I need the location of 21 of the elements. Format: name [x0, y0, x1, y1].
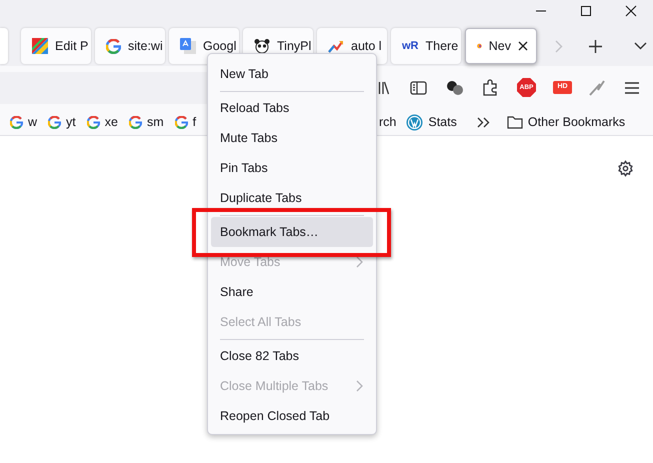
- bookmark[interactable]: rch: [379, 112, 396, 132]
- bookmark[interactable]: f: [174, 112, 196, 132]
- tab[interactable]: Edit P: [21, 28, 91, 64]
- menu-item[interactable]: Mute Tabs: [211, 123, 373, 153]
- logo: wR: [402, 40, 418, 52]
- menu-item[interactable]: Duplicate Tabs: [211, 183, 373, 213]
- tab[interactable]: Nev: [465, 28, 537, 64]
- menu-item[interactable]: Share: [211, 277, 373, 307]
- bookmark[interactable]: xe: [86, 112, 118, 132]
- menu-item[interactable]: Pin Tabs: [211, 153, 373, 183]
- bookmark[interactable]: Stats: [406, 112, 457, 132]
- bookmark[interactable]: w: [10, 112, 38, 132]
- bookmark[interactable]: yt: [48, 112, 76, 132]
- bookmark[interactable]: sm: [128, 112, 164, 132]
- menu-item[interactable]: Reload Tabs: [211, 93, 373, 123]
- menu-item[interactable]: Close 82 Tabs: [211, 341, 373, 371]
- menu-item[interactable]: Bookmark Tabs…: [211, 217, 373, 247]
- tab[interactable]: site:wi: [95, 28, 165, 64]
- menu-item[interactable]: Reopen Closed Tab: [211, 401, 373, 431]
- tab[interactable]: wR There: [391, 28, 461, 64]
- bookmark-folder[interactable]: Other Bookmarks: [506, 112, 626, 132]
